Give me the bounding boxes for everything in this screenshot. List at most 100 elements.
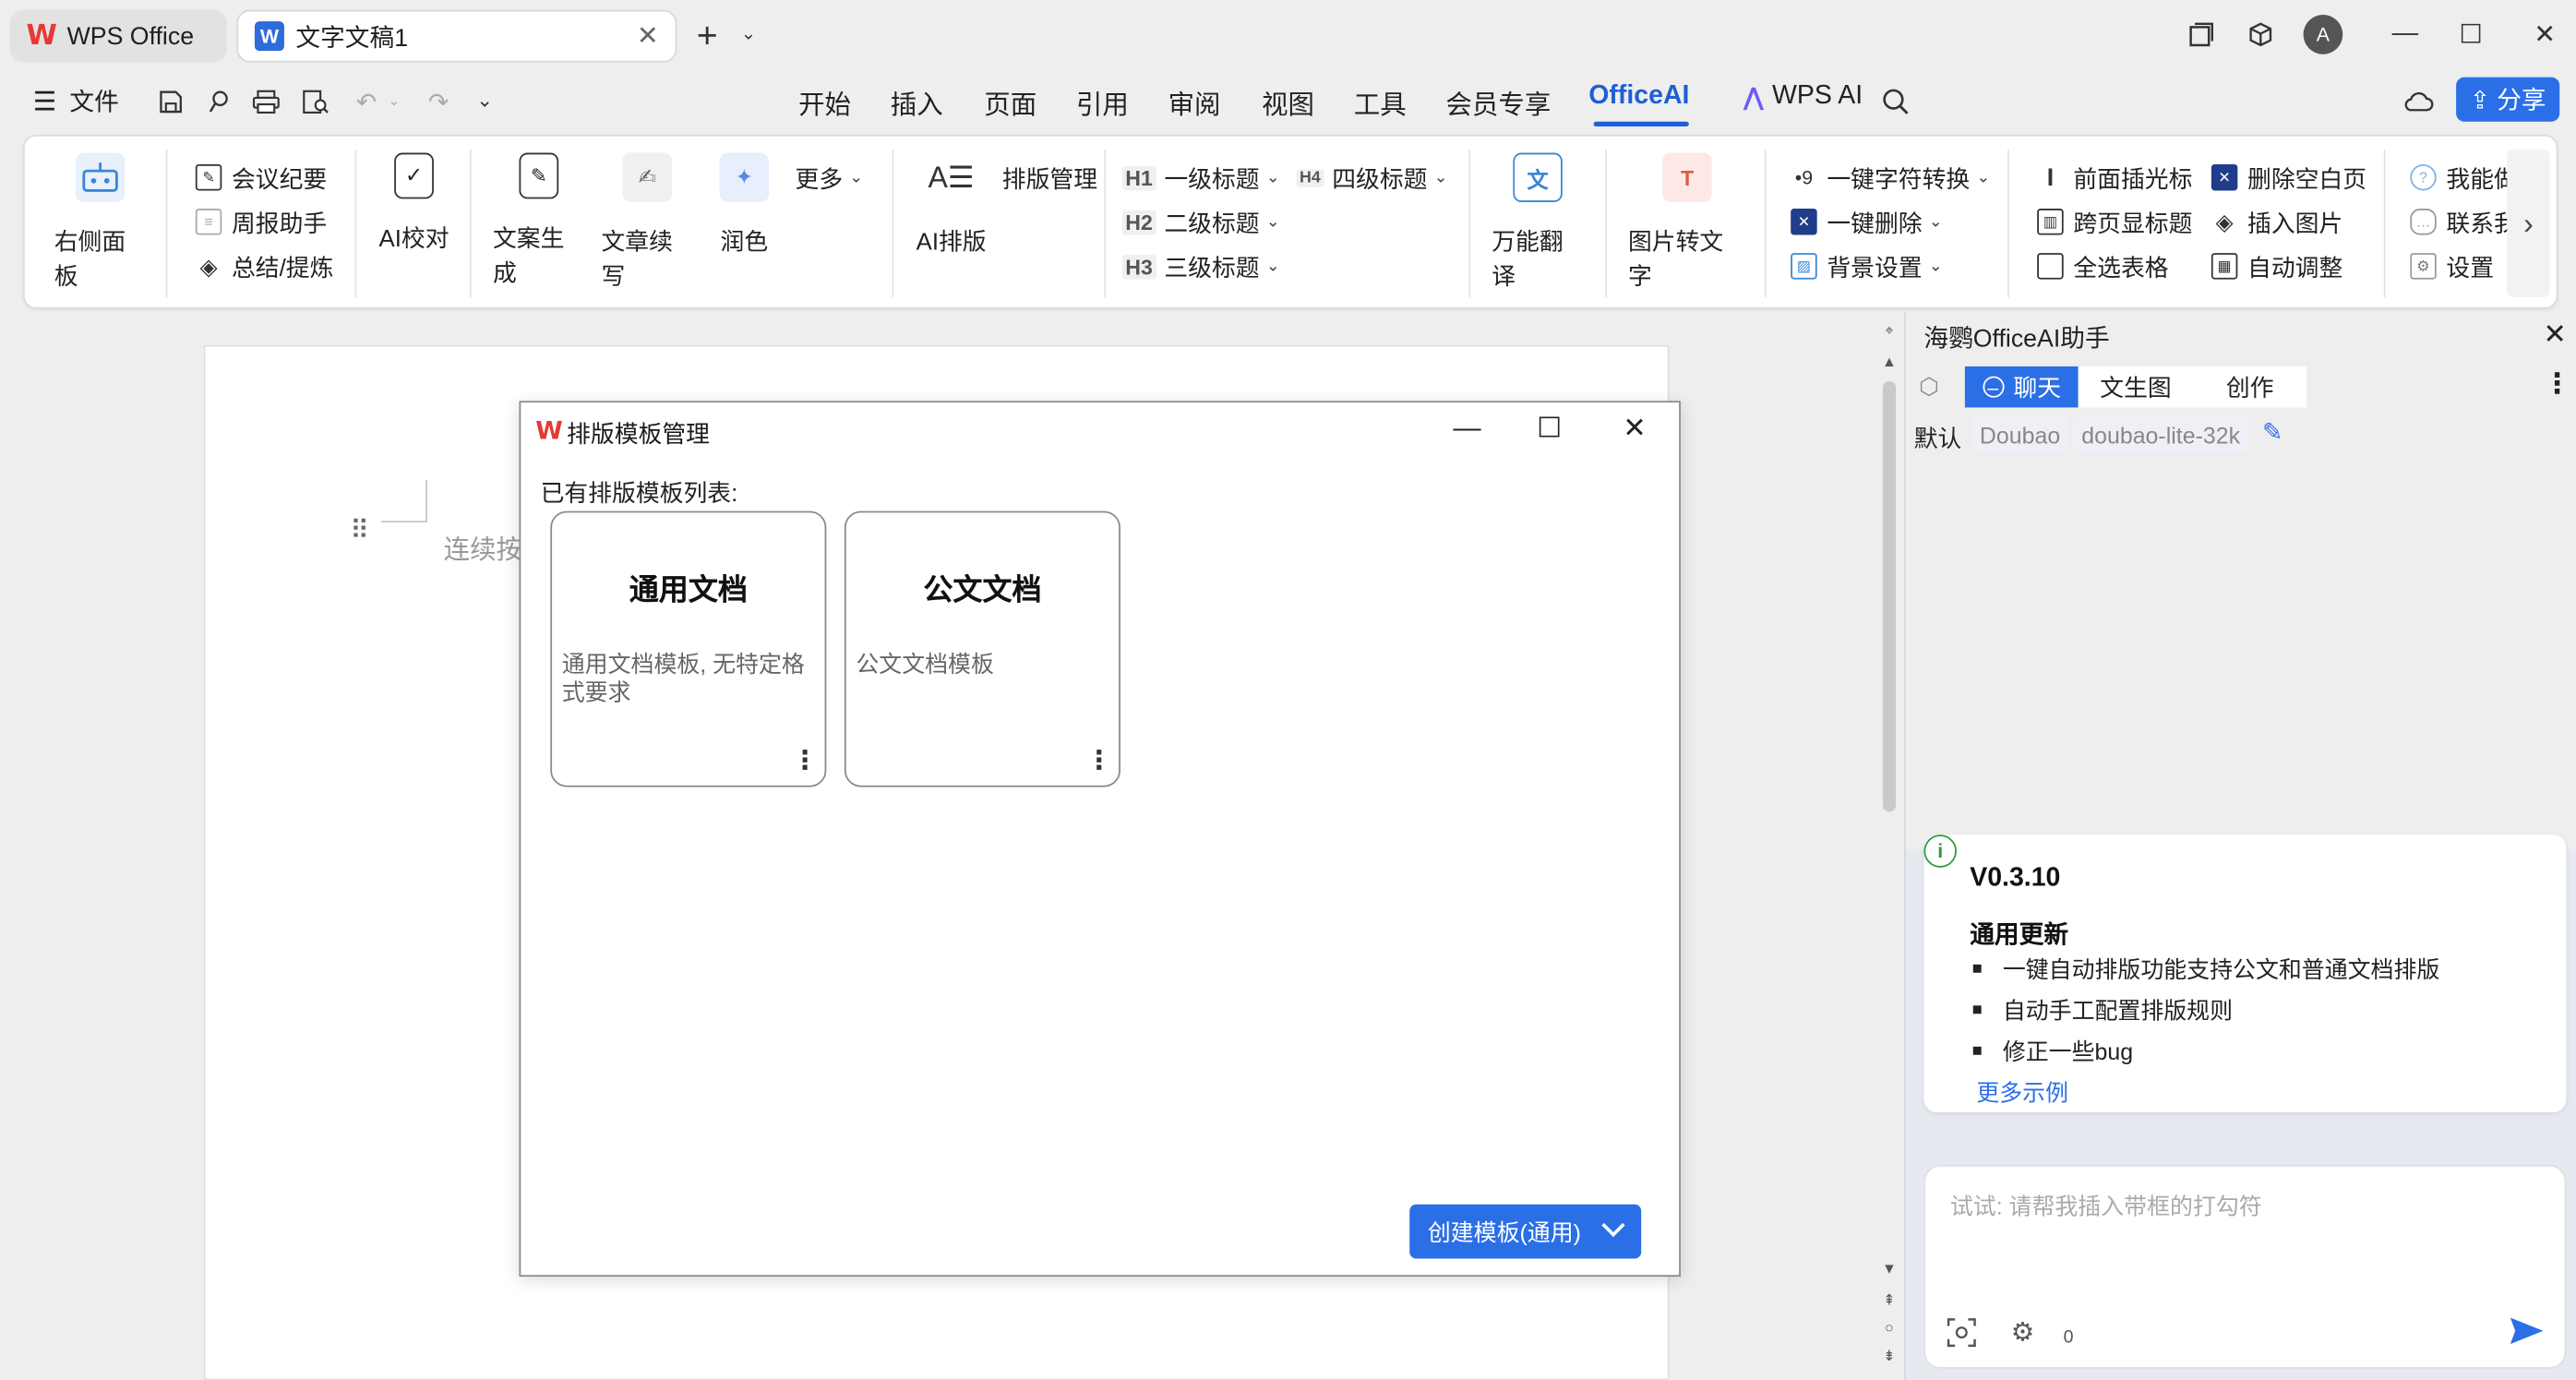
- heading1-dropdown[interactable]: H1 一级标题 ⌄: [1121, 160, 1280, 196]
- cube-icon[interactable]: ⬡: [1919, 373, 1939, 401]
- tab-create[interactable]: 创作: [2193, 366, 2307, 408]
- dialog-maximize-icon[interactable]: ☐: [1525, 409, 1574, 449]
- one-click-delete-dropdown[interactable]: ✕ 一键删除 ⌄: [1791, 204, 1943, 240]
- ai-proofread-button[interactable]: ✓ AI校对: [377, 152, 449, 255]
- menu-member[interactable]: 会员专享: [1445, 82, 1551, 122]
- chat-input[interactable]: 试试: 请帮我插入带框的打勾符 ⚙ 0: [1923, 1165, 2567, 1369]
- file-menu-button[interactable]: ☰ 文件: [33, 84, 119, 118]
- chevron-down-icon[interactable]: [1601, 1212, 1625, 1237]
- chevron-down-icon: ⌄: [1433, 168, 1448, 187]
- cloud-icon[interactable]: [2401, 84, 2437, 120]
- image-to-text-button[interactable]: T 图片转文字: [1628, 152, 1746, 293]
- print-preview-icon[interactable]: [297, 84, 333, 120]
- copy-generation-button[interactable]: ✎ 文案生成: [493, 152, 585, 290]
- more-options-icon[interactable]: ⋮: [785, 749, 825, 774]
- tab-chat[interactable]: – 聊天: [1964, 366, 2079, 408]
- ribbon-scroll-right-icon[interactable]: ›: [2507, 149, 2550, 298]
- scroll-up-icon[interactable]: ▲: [1878, 354, 1901, 370]
- tab-wps-office[interactable]: W WPS Office: [9, 9, 227, 63]
- format-painter-icon[interactable]: [200, 84, 236, 120]
- menu-wps-ai[interactable]: ⋀ WPS AI: [1743, 82, 1863, 112]
- menu-tools[interactable]: 工具: [1354, 82, 1407, 122]
- avatar[interactable]: A: [2303, 15, 2343, 54]
- settings-button[interactable]: ⚙ 设置: [2410, 248, 2494, 284]
- summary-button[interactable]: ◈ 总结/提炼: [196, 248, 333, 284]
- chevron-down-icon: ⌄: [849, 168, 864, 187]
- template-card-general[interactable]: 通用文档 通用文档模板, 无特定格式要求 ⋮: [550, 510, 827, 787]
- insert-image-button[interactable]: ◈ 插入图片: [2211, 204, 2343, 240]
- ai-layout-button[interactable]: A☰ AI排版: [912, 153, 990, 258]
- cross-page-title-button[interactable]: ▥ 跨页显标题: [2037, 204, 2192, 240]
- scrollbar-thumb[interactable]: [1882, 380, 1897, 812]
- meeting-notes-button[interactable]: ✎ 会议纪要: [195, 160, 327, 196]
- drag-handle-icon[interactable]: ⠿: [350, 519, 369, 545]
- continue-writing-button[interactable]: ✍ 文章续写: [601, 152, 693, 293]
- ruler-toggle-icon[interactable]: ⌖: [1878, 322, 1901, 341]
- close-icon[interactable]: ✕: [637, 19, 659, 53]
- menu-bar: ☰ 文件 ↶ ⌄ ↷ ⌄ 开始 插入 页面 引用 审阅 视图 工具 会员专享 O…: [0, 69, 2576, 132]
- undo-icon[interactable]: ↶: [348, 84, 384, 120]
- more-dropdown[interactable]: 更多 ⌄: [796, 160, 864, 196]
- weekly-report-button[interactable]: ≡ 周报助手: [195, 204, 327, 240]
- template-card-official[interactable]: 公文文档 公文文档模板 ⋮: [844, 510, 1120, 787]
- char-convert-dropdown[interactable]: •9 一键字符转换 ⌄: [1791, 160, 1991, 196]
- window-close-icon[interactable]: ✕: [2522, 13, 2568, 55]
- menu-reference[interactable]: 引用: [1076, 82, 1129, 122]
- minimize-icon[interactable]: —: [2382, 13, 2428, 55]
- more-options-icon[interactable]: ⋮: [2543, 368, 2570, 402]
- provider-chip[interactable]: Doubao: [1971, 417, 2069, 454]
- can-do-button[interactable]: ? 我能做: [2410, 160, 2509, 196]
- contact-button[interactable]: … 联系我: [2410, 204, 2509, 240]
- auto-adjust-button[interactable]: ▦ 自动调整: [2211, 248, 2342, 284]
- edit-pencil-icon[interactable]: ✎: [2262, 417, 2282, 447]
- heading4-dropdown[interactable]: H4 四级标题 ⌄: [1296, 160, 1448, 196]
- save-icon[interactable]: [153, 84, 189, 120]
- more-examples-link[interactable]: 更多示例: [1976, 1076, 2068, 1110]
- prev-page-icon[interactable]: ⇞: [1878, 1291, 1901, 1310]
- default-label: 默认: [1913, 426, 1962, 454]
- search-icon[interactable]: [1878, 84, 1914, 120]
- send-icon[interactable]: [2509, 1314, 2545, 1356]
- polish-button[interactable]: ✦ 润色: [714, 152, 773, 258]
- menu-officeai[interactable]: OfficeAI: [1588, 82, 1689, 112]
- layout-management-button[interactable]: 排版管理: [1002, 160, 1097, 196]
- ai-proof-label: AI校对: [378, 226, 449, 254]
- gear-icon[interactable]: ⚙: [2011, 1316, 2035, 1350]
- next-page-icon[interactable]: ⇟: [1878, 1348, 1901, 1366]
- menu-review[interactable]: 审阅: [1168, 82, 1221, 122]
- select-all-tables-button[interactable]: 全选表格: [2037, 248, 2169, 284]
- background-setting-dropdown[interactable]: ▨ 背景设置 ⌄: [1791, 248, 1943, 284]
- dialog-close-icon[interactable]: ✕: [1610, 409, 1659, 449]
- select-browse-object-icon[interactable]: ○: [1878, 1319, 1901, 1336]
- insert-cursor-front-button[interactable]: I 前面插光标: [2037, 160, 2193, 196]
- menu-page[interactable]: 页面: [984, 82, 1036, 122]
- scroll-down-icon[interactable]: ▼: [1878, 1260, 1901, 1277]
- tab-text-to-image[interactable]: 文生图: [2078, 366, 2194, 408]
- menu-insert[interactable]: 插入: [891, 82, 943, 122]
- translate-button[interactable]: 文 万能翻译: [1492, 152, 1584, 293]
- heading2-dropdown[interactable]: H2 二级标题 ⌄: [1121, 204, 1280, 240]
- tab-document[interactable]: W 文字文稿1 ✕: [236, 9, 677, 63]
- right-panel-button[interactable]: 右侧面板: [54, 152, 147, 293]
- screenshot-icon[interactable]: [1946, 1316, 1979, 1350]
- chevron-down-icon[interactable]: ⌄: [741, 23, 756, 44]
- more-options-icon[interactable]: ⋮: [1079, 749, 1119, 774]
- maximize-icon[interactable]: ☐: [2448, 13, 2494, 55]
- delete-blank-page-button[interactable]: ✕ 删除空白页: [2211, 160, 2366, 196]
- cube-icon[interactable]: [2237, 13, 2283, 55]
- redo-icon[interactable]: ↷: [421, 84, 457, 120]
- dialog-minimize-icon[interactable]: —: [1443, 409, 1492, 449]
- create-template-button[interactable]: 创建模板(通用): [1409, 1204, 1642, 1259]
- window-layout-icon[interactable]: [2178, 13, 2224, 55]
- menu-home[interactable]: 开始: [798, 82, 851, 122]
- menu-view[interactable]: 视图: [1262, 82, 1314, 122]
- heading3-dropdown[interactable]: H3 三级标题 ⌄: [1121, 248, 1280, 284]
- share-button[interactable]: ⇪ 分享: [2456, 77, 2560, 122]
- undo-dropdown-icon[interactable]: ⌄: [388, 92, 400, 111]
- print-icon[interactable]: [248, 84, 284, 120]
- model-chip[interactable]: doubao-lite-32k: [2073, 417, 2248, 454]
- new-tab-plus-icon[interactable]: +: [697, 15, 718, 57]
- customize-toolbar-icon[interactable]: ⌄: [476, 89, 493, 112]
- update-item: 修正一些bug: [1972, 1035, 2133, 1068]
- close-icon[interactable]: ✕: [2543, 318, 2566, 352]
